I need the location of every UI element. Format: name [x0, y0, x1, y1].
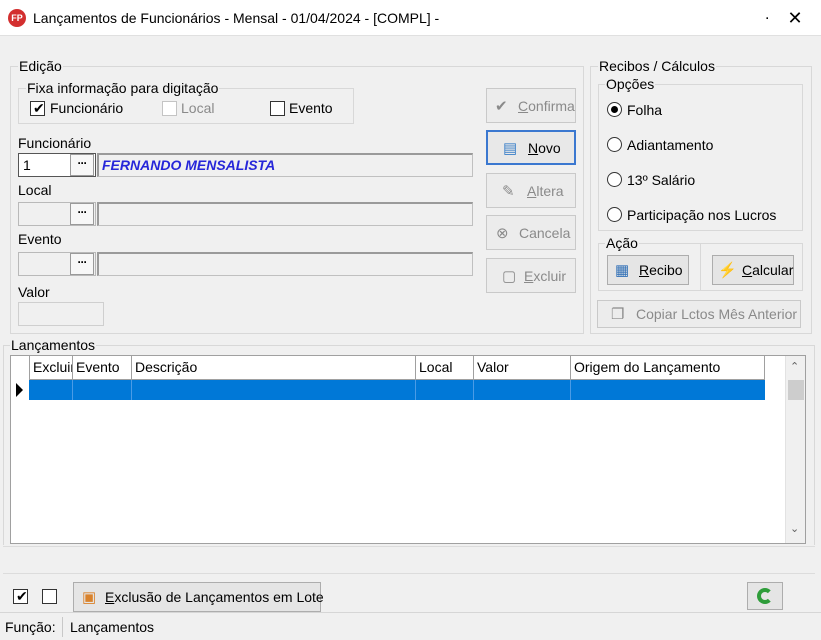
- check-circle-icon: ✔: [495, 97, 508, 115]
- acao-label: Ação: [605, 235, 639, 251]
- copiar-lctos-button[interactable]: ❐ Copiar Lctos Mês Anterior: [597, 300, 801, 328]
- funcionario-name: FERNANDO MENSALISTA: [102, 157, 276, 173]
- close-icon[interactable]: ✕: [786, 7, 804, 29]
- copy-document-icon: ❐: [611, 306, 625, 323]
- col-header-evento[interactable]: Evento: [73, 356, 132, 380]
- app-logo-icon: FP: [8, 9, 26, 27]
- scroll-thumb[interactable]: [788, 380, 804, 400]
- cell-descricao[interactable]: [132, 380, 416, 400]
- scroll-down-icon[interactable]: ⌄: [790, 522, 799, 535]
- scroll-up-icon[interactable]: ⌃: [790, 360, 799, 373]
- delete-batch-icon: ▣: [82, 589, 97, 606]
- fixa-evento-label: Evento: [289, 100, 333, 116]
- evento-lookup-button[interactable]: ···: [70, 253, 94, 275]
- select-all-checkbox[interactable]: ✔: [13, 588, 28, 604]
- delete-document-icon: ▢: [502, 267, 517, 285]
- funcionario-code-value: 1: [23, 157, 31, 173]
- evento-label: Evento: [18, 231, 62, 247]
- radio-participacao-lucros[interactable]: [607, 207, 622, 222]
- edit-document-icon: ✎: [502, 182, 515, 200]
- lancamentos-grid[interactable]: Excluir Evento Descrição Local Valor Ori…: [10, 355, 806, 544]
- fixa-funcionario-label: Funcionário: [50, 100, 124, 116]
- separator-bar: [3, 546, 815, 574]
- radio-13-salario[interactable]: [607, 172, 622, 187]
- fixa-evento-checkbox[interactable]: [270, 101, 285, 116]
- refresh-icon: [757, 588, 773, 604]
- novo-button[interactable]: ▤ Novo: [486, 130, 576, 165]
- window-title: Lançamentos de Funcionários - Mensal - 0…: [33, 10, 440, 26]
- cell-evento[interactable]: [73, 380, 132, 400]
- recibos-group-label: Recibos / Cálculos: [598, 58, 716, 74]
- current-row-indicator-icon: [16, 383, 23, 397]
- status-bar: Função: Lançamentos: [0, 612, 821, 640]
- title-bar: FP Lançamentos de Funcionários - Mensal …: [0, 0, 821, 36]
- cancel-circle-icon: ⊗: [496, 224, 509, 242]
- radio-folha-label: Folha: [627, 102, 663, 118]
- local-name-field: [97, 202, 473, 226]
- cell-valor[interactable]: [474, 380, 571, 400]
- radio-13-salario-label: 13º Salário: [627, 172, 696, 188]
- radio-participacao-lucros-label: Participação nos Lucros: [627, 207, 777, 223]
- local-lookup-button[interactable]: ···: [70, 203, 94, 225]
- col-header-excluir[interactable]: Excluir: [29, 356, 73, 380]
- excluir-button[interactable]: ▢ Excluir: [486, 258, 576, 293]
- radio-adiantamento[interactable]: [607, 137, 622, 152]
- grid-sheet-icon: ▦: [615, 262, 630, 279]
- cancela-button[interactable]: ⊗ Cancela: [486, 215, 576, 250]
- radio-adiantamento-label: Adiantamento: [627, 137, 714, 153]
- fixa-local-checkbox[interactable]: [162, 101, 177, 116]
- recibo-button[interactable]: ▦ Recibo: [607, 255, 689, 285]
- status-funcao-value: Lançamentos: [70, 619, 155, 635]
- check-icon: ✔: [33, 100, 45, 116]
- minimize-button[interactable]: .: [765, 6, 769, 24]
- fixa-info-label: Fixa informação para digitação: [26, 80, 220, 96]
- col-header-local[interactable]: Local: [416, 356, 474, 380]
- calcular-button[interactable]: ⚡ Calcular: [712, 255, 794, 285]
- exclusao-lote-button[interactable]: ▣ Exclusão de Lançamentos em Lote: [73, 582, 324, 612]
- funcionario-name-field: FERNANDO MENSALISTA: [97, 153, 473, 177]
- refresh-button[interactable]: [747, 582, 783, 610]
- col-header-valor[interactable]: Valor: [474, 356, 571, 380]
- lancamentos-group-label: Lançamentos: [10, 337, 97, 353]
- radio-folha[interactable]: [607, 102, 622, 117]
- radio-selected-dot: [611, 106, 618, 113]
- confirma-button[interactable]: ✔ Confirma: [486, 88, 576, 123]
- new-document-icon: ▤: [503, 139, 518, 157]
- col-header-descricao[interactable]: Descrição: [132, 356, 416, 380]
- check-icon: ✔: [16, 588, 28, 604]
- unselect-all-checkbox[interactable]: [42, 589, 57, 604]
- edicao-group-label: Edição: [18, 58, 63, 74]
- calculate-lightning-icon: ⚡: [718, 262, 737, 279]
- opcoes-label: Opções: [605, 76, 656, 92]
- funcionario-lookup-button[interactable]: ···: [70, 154, 94, 176]
- fixa-local-label: Local: [181, 100, 215, 116]
- table-row[interactable]: [29, 380, 765, 400]
- local-label: Local: [18, 182, 52, 198]
- valor-label: Valor: [18, 284, 50, 300]
- acao-divider: [700, 244, 701, 290]
- col-header-origem[interactable]: Origem do Lançamento: [571, 356, 765, 380]
- grid-vertical-scrollbar[interactable]: ⌃ ⌄: [785, 356, 805, 543]
- cell-origem[interactable]: [571, 380, 765, 400]
- fixa-funcionario-checkbox[interactable]: ✔: [30, 100, 45, 116]
- cell-excluir[interactable]: [29, 380, 73, 400]
- status-separator: [62, 617, 63, 637]
- funcionario-label: Funcionário: [18, 135, 92, 151]
- valor-input[interactable]: [18, 302, 104, 326]
- evento-name-field: [97, 252, 473, 276]
- cell-local[interactable]: [416, 380, 474, 400]
- altera-button[interactable]: ✎ Altera: [486, 173, 576, 208]
- status-funcao-label: Função:: [5, 619, 56, 635]
